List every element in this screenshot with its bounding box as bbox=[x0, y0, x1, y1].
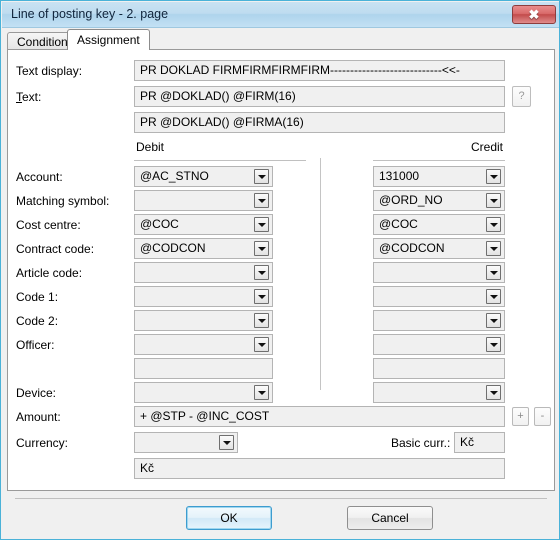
debit-combo[interactable] bbox=[134, 310, 273, 331]
chevron-down-icon[interactable] bbox=[486, 169, 501, 184]
credit-combo[interactable] bbox=[373, 310, 505, 331]
text-label: Text: bbox=[16, 90, 42, 104]
chevron-down-icon[interactable] bbox=[486, 217, 501, 232]
tab-conditions-label: Conditions bbox=[17, 35, 74, 49]
debit-combo-value: @AC_STNO bbox=[140, 169, 209, 183]
text-display-label: Text display: bbox=[16, 64, 83, 78]
column-divider bbox=[320, 158, 321, 390]
chevron-down-icon[interactable] bbox=[486, 193, 501, 208]
debit-combo-value: @CODCON bbox=[140, 241, 206, 255]
credit-combo[interactable]: @ORD_NO bbox=[373, 190, 505, 211]
debit-combo[interactable]: @AC_STNO bbox=[134, 166, 273, 187]
credit-combo-value: 131000 bbox=[379, 169, 420, 183]
credit-combo[interactable]: @COC bbox=[373, 214, 505, 235]
chevron-down-icon[interactable] bbox=[486, 385, 501, 400]
credit-combo[interactable] bbox=[373, 286, 505, 307]
debit-combo[interactable] bbox=[134, 262, 273, 283]
debit-combo[interactable]: @COC bbox=[134, 214, 273, 235]
row-label: Cost centre: bbox=[16, 218, 81, 232]
debit-header-rule bbox=[134, 160, 306, 161]
window-title: Line of posting key - 2. page bbox=[11, 7, 169, 21]
debit-text-field[interactable] bbox=[134, 358, 273, 379]
chevron-down-icon[interactable] bbox=[254, 217, 269, 232]
credit-text-field[interactable] bbox=[373, 358, 505, 379]
basic-currency-label: Basic curr.: bbox=[391, 436, 451, 450]
ok-button[interactable]: OK bbox=[186, 506, 272, 530]
row-label: Code 2: bbox=[16, 314, 59, 328]
credit-header-rule bbox=[373, 160, 505, 161]
credit-combo-value: @COC bbox=[379, 217, 418, 231]
chevron-down-icon[interactable] bbox=[486, 241, 501, 256]
chevron-down-icon[interactable] bbox=[486, 313, 501, 328]
chevron-down-icon[interactable] bbox=[254, 385, 269, 400]
row-label: Matching symbol: bbox=[16, 194, 110, 208]
chevron-down-icon[interactable] bbox=[486, 337, 501, 352]
chevron-down-icon[interactable] bbox=[254, 337, 269, 352]
text-secondary-field: PR @DOKLAD() @FIRMA(16) bbox=[134, 112, 505, 133]
text-input[interactable]: PR @DOKLAD() @FIRM(16) bbox=[134, 86, 505, 107]
credit-combo[interactable] bbox=[373, 262, 505, 283]
row-label: Article code: bbox=[16, 266, 83, 280]
debit-combo[interactable] bbox=[134, 190, 273, 211]
chevron-down-icon[interactable] bbox=[219, 435, 234, 450]
credit-column-header: Credit bbox=[470, 140, 503, 154]
tab-strip: Conditions Assignment bbox=[7, 29, 555, 50]
footer-divider bbox=[15, 498, 547, 499]
chevron-down-icon[interactable] bbox=[254, 265, 269, 280]
credit-combo[interactable] bbox=[373, 334, 505, 355]
dialog-window: Line of posting key - 2. page ✖ Conditio… bbox=[0, 0, 560, 540]
basic-currency-field: Kč bbox=[454, 432, 505, 453]
cancel-button[interactable]: Cancel bbox=[347, 506, 433, 530]
tab-assignment-label: Assignment bbox=[77, 33, 140, 47]
debit-combo[interactable] bbox=[134, 334, 273, 355]
currency-bottom-field: Kč bbox=[134, 458, 505, 479]
row-label: Contract code: bbox=[16, 242, 95, 256]
amount-plus-button[interactable]: + bbox=[512, 407, 529, 426]
chevron-down-icon[interactable] bbox=[486, 289, 501, 304]
debit-combo[interactable] bbox=[134, 286, 273, 307]
chevron-down-icon[interactable] bbox=[486, 265, 501, 280]
text-display-field: PR DOKLAD FIRMFIRMFIRMFIRM--------------… bbox=[134, 60, 505, 81]
debit-combo[interactable] bbox=[134, 382, 273, 403]
close-icon: ✖ bbox=[528, 7, 540, 22]
chevron-down-icon[interactable] bbox=[254, 169, 269, 184]
amount-minus-button[interactable]: - bbox=[534, 407, 551, 426]
credit-combo-value: @ORD_NO bbox=[379, 193, 443, 207]
row-label: Officer: bbox=[16, 338, 55, 352]
debit-combo-value: @COC bbox=[140, 217, 179, 231]
currency-combo[interactable] bbox=[134, 432, 238, 453]
chevron-down-icon[interactable] bbox=[254, 313, 269, 328]
amount-label: Amount: bbox=[16, 410, 61, 424]
row-label: Code 1: bbox=[16, 290, 59, 304]
assignment-panel: Text display: PR DOKLAD FIRMFIRMFIRMFIRM… bbox=[7, 49, 555, 491]
amount-input[interactable]: + @STP - @INC_COST bbox=[134, 406, 505, 427]
debit-column-header: Debit bbox=[136, 140, 165, 154]
row-label: Device: bbox=[16, 386, 57, 400]
chevron-down-icon[interactable] bbox=[254, 241, 269, 256]
credit-combo[interactable]: @CODCON bbox=[373, 238, 505, 259]
credit-combo[interactable]: 131000 bbox=[373, 166, 505, 187]
close-button[interactable]: ✖ bbox=[512, 5, 556, 24]
chevron-down-icon[interactable] bbox=[254, 193, 269, 208]
title-bar: Line of posting key - 2. page ✖ bbox=[2, 2, 559, 28]
chevron-down-icon[interactable] bbox=[254, 289, 269, 304]
debit-combo[interactable]: @CODCON bbox=[134, 238, 273, 259]
credit-combo[interactable] bbox=[373, 382, 505, 403]
help-button[interactable]: ? bbox=[512, 86, 531, 107]
tab-assignment[interactable]: Assignment bbox=[67, 29, 150, 50]
credit-combo-value: @CODCON bbox=[379, 241, 445, 255]
currency-label: Currency: bbox=[16, 436, 69, 450]
row-label: Account: bbox=[16, 170, 63, 184]
